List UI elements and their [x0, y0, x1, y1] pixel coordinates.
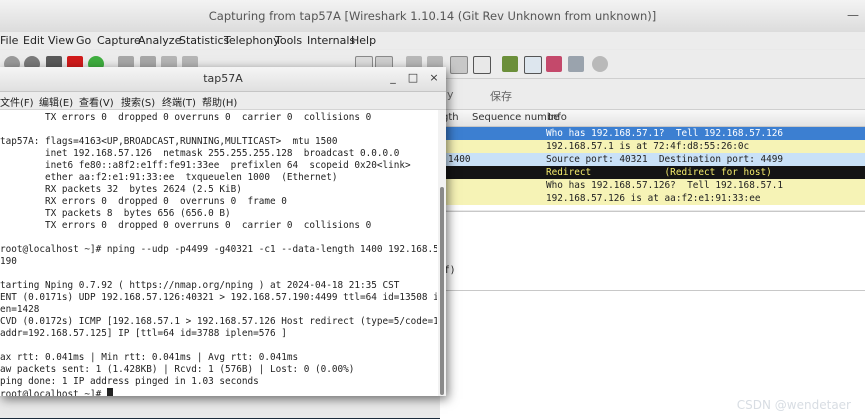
terminal-line: TX errors 0 dropped 0 overruns 0 carrier… — [0, 220, 372, 231]
menu-go[interactable]: Go — [76, 34, 91, 47]
terminal-line: root@localhost ~]# — [0, 388, 113, 396]
menu-telephony[interactable]: Telephony — [224, 34, 280, 47]
terminal-line: ether aa:f2:e1:91:33:ee txqueuelen 1000 … — [0, 172, 338, 183]
wireshark-title-bar[interactable]: Capturing from tap57A [Wireshark 1.10.14… — [0, 0, 865, 33]
menu-file[interactable]: File — [0, 34, 18, 47]
terminal-line: root@localhost ~]# nping --udp -p4499 -g… — [0, 244, 437, 255]
display-filters-icon[interactable] — [524, 56, 542, 74]
terminal-line: aw packets sent: 1 (1.428KB) | Rcvd: 1 (… — [0, 364, 355, 375]
menu-search[interactable]: 搜索(S) — [121, 94, 155, 109]
terminal-line: ax rtt: 0.041ms | Min rtt: 0.041ms | Avg… — [0, 352, 299, 363]
column-sequence-number[interactable]: Sequence numbe — [472, 112, 559, 123]
terminal-line: tarting Nping 0.7.92 ( https://nmap.org/… — [0, 280, 400, 291]
terminal-line: TX packets 8 bytes 656 (656.0 B) — [0, 208, 231, 219]
normal-size-icon[interactable] — [450, 56, 468, 74]
terminal-line: tap57A: flags=4163<UP,BROADCAST,RUNNING,… — [0, 136, 338, 147]
menu-edit[interactable]: Edit — [23, 34, 44, 47]
terminal-line: addr=192.168.57.125] IP [ttl=64 id=3788 … — [0, 328, 287, 339]
terminal-window: tap57A _ □ × 文件(F) 编辑(E) 查看(V) 搜索(S) 终端(… — [0, 67, 446, 396]
watermark: CSDN @wendetaer — [736, 398, 851, 412]
menu-terminal[interactable]: 终端(T) — [162, 94, 196, 109]
save-filter-button[interactable]: 保存 — [490, 88, 512, 104]
menu-internals[interactable]: Internals — [307, 34, 355, 47]
terminal-line: inet6 fe80::a8f2:e1ff:fe91:33ee prefixle… — [0, 160, 411, 171]
terminal-line: RX packets 32 bytes 2624 (2.5 KiB) — [0, 184, 242, 195]
filter-toolbar: ly 保存 — [440, 79, 865, 110]
menu-help[interactable]: Help — [351, 34, 376, 47]
packet-list: gth Sequence numbe Info Who has 192.168.… — [440, 110, 865, 210]
close-button[interactable]: × — [427, 71, 441, 84]
terminal-line: RX errors 0 dropped 0 overruns 0 frame 0 — [0, 196, 287, 207]
terminal-cursor — [106, 388, 113, 396]
coloring-rules-icon[interactable] — [546, 56, 562, 72]
terminal-line: TX errors 0 dropped 0 overruns 0 carrier… — [0, 112, 372, 123]
terminal-line: 190 — [0, 256, 17, 267]
minimize-button[interactable]: — — [847, 8, 859, 22]
packet-row[interactable]: 192.168.57.1 is at 72:4f:d8:55:26:0c — [440, 140, 865, 153]
menu-analyze[interactable]: Analyze — [138, 34, 181, 47]
menu-help[interactable]: 帮助(H) — [202, 94, 237, 109]
terminal-line: CVD (0.0172s) ICMP [192.168.57.1 > 192.1… — [0, 316, 437, 327]
wireshark-menubar: File Edit View Go Capture Analyze Statis… — [0, 32, 865, 49]
wireshark-title: Capturing from tap57A [Wireshark 1.10.14… — [208, 9, 657, 23]
menu-tools[interactable]: Tools — [275, 34, 302, 47]
capture-filters-icon[interactable] — [502, 56, 518, 72]
terminal-title: tap57A — [203, 72, 243, 85]
help-icon[interactable] — [592, 56, 608, 72]
packet-list-header: gth Sequence numbe Info — [440, 110, 865, 127]
terminal-line: ENT (0.0171s) UDP 192.168.57.126:40321 >… — [0, 292, 437, 303]
terminal-menubar: 文件(F) 编辑(E) 查看(V) 搜索(S) 终端(T) 帮助(H) — [0, 92, 446, 110]
packet-row[interactable]: Redirect (Redirect for host) — [440, 166, 865, 179]
packet-details-pane[interactable]: f) — [440, 211, 865, 290]
resize-columns-icon[interactable] — [473, 56, 491, 74]
terminal-title-bar[interactable]: tap57A _ □ × — [0, 67, 446, 92]
packet-row[interactable]: 1400 Source port: 40321 Destination port… — [440, 153, 865, 166]
packet-row[interactable]: Who has 192.168.57.126? Tell 192.168.57.… — [440, 179, 865, 192]
terminal-output[interactable]: TX errors 0 dropped 0 overruns 0 carrier… — [0, 110, 437, 396]
menu-file[interactable]: 文件(F) — [0, 94, 34, 109]
menu-capture[interactable]: Capture — [97, 34, 141, 47]
terminal-line: inet 192.168.57.126 netmask 255.255.255.… — [0, 148, 400, 159]
menu-view[interactable]: View — [48, 34, 74, 47]
maximize-button[interactable]: □ — [406, 71, 420, 84]
terminal-scrollbar-thumb[interactable] — [440, 187, 444, 395]
minimize-button[interactable]: _ — [386, 71, 400, 84]
column-info[interactable]: Info — [548, 112, 567, 123]
menu-edit[interactable]: 编辑(E) — [39, 94, 73, 109]
packet-row[interactable]: 192.168.57.126 is at aa:f2:e1:91:33:ee — [440, 192, 865, 205]
preferences-icon[interactable] — [568, 56, 584, 72]
terminal-line: ping done: 1 IP address pinged in 1.03 s… — [0, 376, 259, 387]
menu-statistics[interactable]: Statistics — [179, 34, 229, 47]
terminal-line: en=1428 — [0, 304, 40, 315]
menu-view[interactable]: 查看(V) — [79, 94, 114, 109]
packet-row[interactable]: Who has 192.168.57.1? Tell 192.168.57.12… — [440, 127, 865, 140]
